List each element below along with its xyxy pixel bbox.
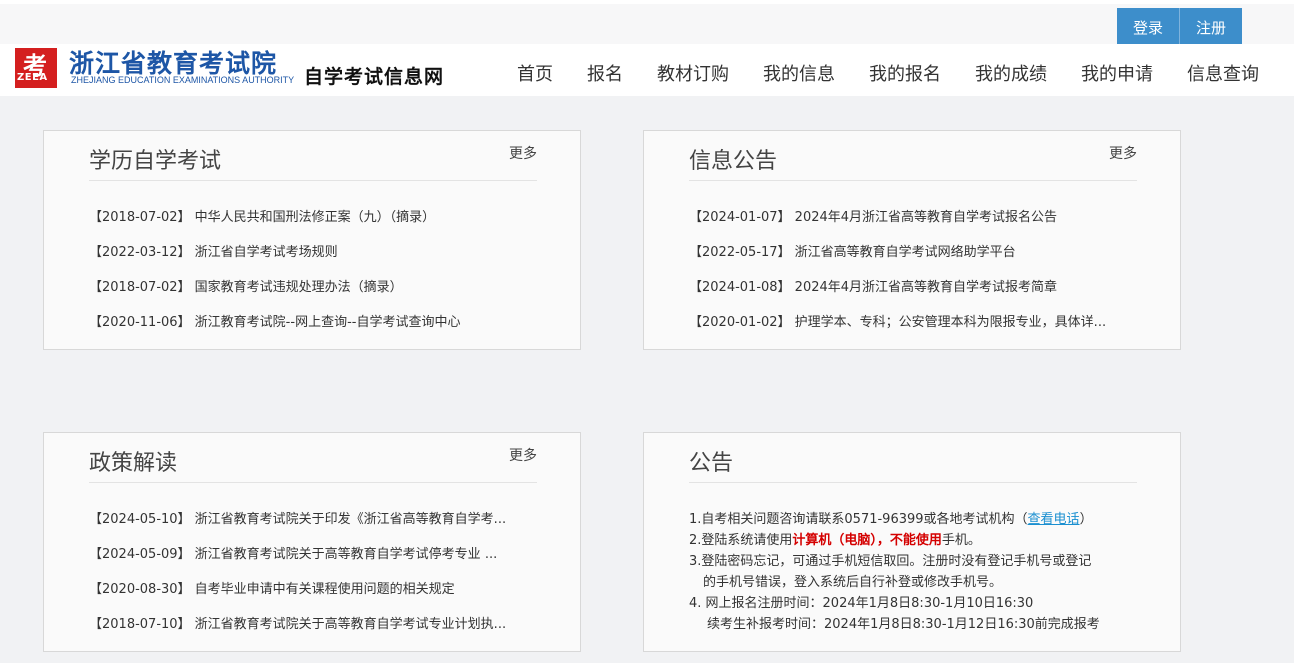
notice-line-4b: 续考生补报考时间：2024年1月8日8:30-1月12日16:30前完成报考 (707, 617, 1100, 632)
list-item[interactable]: 【2022-05-17】 浙江省高等教育自学考试网络助学平台 (689, 244, 1137, 279)
zeea-logo[interactable]: 考 ZEEA (15, 48, 57, 88)
nav-home[interactable]: 首页 (500, 60, 570, 86)
card-title: 信息公告 (689, 149, 778, 174)
top-bar: 登录 注册 (0, 0, 1294, 48)
site-name: 自学考试信息网 (304, 66, 445, 88)
nav-signup[interactable]: 报名 (570, 60, 640, 86)
divider (89, 482, 537, 483)
nav-info-query[interactable]: 信息查询 (1170, 60, 1276, 86)
notice-line-3b: 的手机号错误，登入系统后自行补登或修改手机号。 (703, 575, 1003, 590)
news-list: 【2018-07-02】 中华人民共和国刑法修正案（九）（摘录） 【2022-0… (89, 209, 537, 349)
notice-body: 1.自考相关问题咨询请联系0571-96399或各地考试机构（查看电话） 2.登… (689, 509, 1149, 635)
view-phone-link[interactable]: 查看电话 (1028, 512, 1080, 527)
register-button[interactable]: 注册 (1179, 8, 1242, 48)
news-list: 【2024-05-10】 浙江省教育考试院关于印发《浙江省高等教育自学考... … (89, 511, 537, 651)
card-notice: 公告 1.自考相关问题咨询请联系0571-96399或各地考试机构（查看电话） … (643, 432, 1181, 652)
list-item[interactable]: 【2024-05-09】 浙江省教育考试院关于高等教育自学考试停考专业 ... (89, 546, 537, 581)
divider (689, 482, 1137, 483)
nav-my-registration[interactable]: 我的报名 (852, 60, 958, 86)
card-policy-interpretation: 政策解读 更多 【2024-05-10】 浙江省教育考试院关于印发《浙江省高等教… (43, 432, 581, 652)
notice-text: 1.自考相关问题咨询请联系0571-96399或各地考试机构（ (689, 512, 1028, 527)
notice-line-3: 3.登陆密码忘记，可通过手机短信取回。注册时没有登记手机号或登记 (689, 554, 1092, 569)
list-item[interactable]: 【2018-07-10】 浙江省教育考试院关于高等教育自学考试专业计划执... (89, 616, 537, 651)
notice-text: 2.登陆系统请使用 (689, 533, 793, 548)
nav-textbook-order[interactable]: 教材订购 (640, 60, 746, 86)
notice-text: ） (1079, 512, 1093, 527)
divider (689, 180, 1137, 181)
org-name-en: ZHEJIANG EDUCATION EXAMINATIONS AUTHORIT… (71, 75, 295, 85)
card-title: 学历自学考试 (89, 149, 222, 174)
card-info-announcements: 信息公告 更多 【2024-01-07】 2024年4月浙江省高等教育自学考试报… (643, 130, 1181, 350)
card-title: 政策解读 (89, 451, 178, 476)
list-item[interactable]: 【2018-07-02】 中华人民共和国刑法修正案（九）（摘录） (89, 209, 537, 244)
more-link[interactable]: 更多 (1109, 143, 1137, 163)
card-title: 公告 (689, 451, 734, 476)
list-item[interactable]: 【2020-11-06】 浙江教育考试院--网上查询--自学考试查询中心 (89, 314, 537, 349)
notice-line-2: 2.登陆系统请使用计算机（电脑），不能使用手机。 (689, 530, 1149, 551)
site-header: 考 ZEEA 浙江省教育考试院 ZHEJIANG EDUCATION EXAMI… (0, 44, 1294, 96)
list-item[interactable]: 【2020-01-02】 护理学本、专科；公安管理本科为限报专业，具体详... (689, 314, 1137, 349)
more-link[interactable]: 更多 (509, 445, 537, 465)
logo-abbr: ZEEA (17, 72, 48, 83)
nav-my-scores[interactable]: 我的成绩 (958, 60, 1064, 86)
list-item[interactable]: 【2024-01-08】 2024年4月浙江省高等教育自学考试报考简章 (689, 279, 1137, 314)
news-list: 【2024-01-07】 2024年4月浙江省高等教育自学考试报名公告 【202… (689, 209, 1137, 349)
notice-line-1: 1.自考相关问题咨询请联系0571-96399或各地考试机构（查看电话） (689, 509, 1149, 530)
nav-my-info[interactable]: 我的信息 (746, 60, 852, 86)
nav-my-applications[interactable]: 我的申请 (1064, 60, 1170, 86)
list-item[interactable]: 【2020-08-30】 自考毕业申请中有关课程使用问题的相关规定 (89, 581, 537, 616)
notice-emphasis: 计算机（电脑），不能使用 (792, 533, 942, 548)
divider (89, 180, 537, 181)
card-degree-self-study: 学历自学考试 更多 【2018-07-02】 中华人民共和国刑法修正案（九）（摘… (43, 130, 581, 350)
notice-text: 手机。 (941, 533, 981, 548)
auth-buttons: 登录 注册 (1117, 8, 1242, 48)
more-link[interactable]: 更多 (509, 143, 537, 163)
list-item[interactable]: 【2022-03-12】 浙江省自学考试考场规则 (89, 244, 537, 279)
list-item[interactable]: 【2024-01-07】 2024年4月浙江省高等教育自学考试报名公告 (689, 209, 1137, 244)
login-button[interactable]: 登录 (1117, 8, 1179, 48)
notice-line-4: 4. 网上报名注册时间：2024年1月8日8:30-1月10日16:30 (689, 596, 1034, 611)
list-item[interactable]: 【2018-07-02】 国家教育考试违规处理办法（摘录） (89, 279, 537, 314)
list-item[interactable]: 【2024-05-10】 浙江省教育考试院关于印发《浙江省高等教育自学考... (89, 511, 537, 546)
main-nav: 首页 报名 教材订购 我的信息 我的报名 我的成绩 我的申请 信息查询 (500, 60, 1276, 86)
